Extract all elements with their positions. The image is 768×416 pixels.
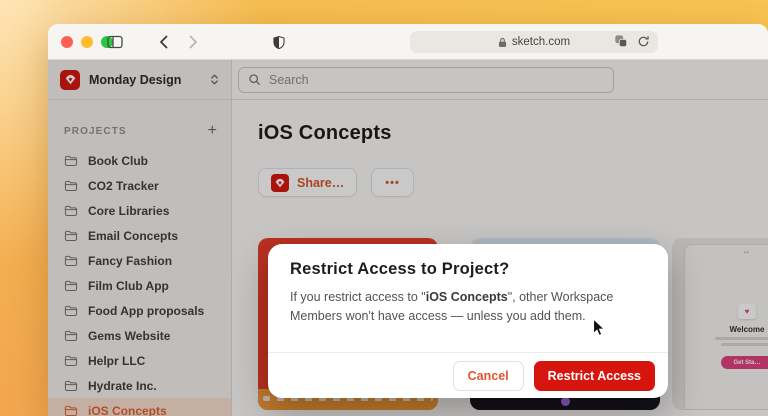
sidebar-item-project[interactable]: Book Club [48,148,231,173]
sidebar-item-project[interactable]: Hydrate Inc. [48,373,231,398]
workspace-selector[interactable]: Monday Design [48,60,231,100]
dialog-title: Restrict Access to Project? [290,260,510,278]
close-window-button[interactable] [61,36,73,48]
project-label: Email Concepts [88,228,179,243]
more-options-button[interactable]: ••• [371,168,414,197]
folder-icon [64,380,78,392]
forward-icon[interactable] [184,33,202,51]
search-field[interactable] [238,66,614,93]
folder-icon [64,180,78,192]
folder-icon [64,255,78,267]
folder-icon [64,280,78,292]
folder-icon [64,155,78,167]
cancel-button[interactable]: Cancel [452,360,524,391]
folder-icon [64,330,78,342]
sidebar-item-project[interactable]: Fancy Fashion [48,248,231,273]
back-icon[interactable] [154,33,172,51]
url-text: sketch.com [511,36,571,48]
folder-icon [64,205,78,217]
reload-icon[interactable] [637,35,650,48]
sidebar-item-project[interactable]: Core Libraries [48,198,231,223]
mouse-cursor [592,317,607,343]
dialog-project-name: iOS Concepts [425,290,508,304]
folder-icon [64,230,78,242]
restrict-access-dialog: Restrict Access to Project? If you restr… [268,244,668,398]
folder-icon [64,405,78,416]
project-label: Fancy Fashion [88,253,173,268]
folder-icon [64,305,78,317]
sidebar-item-project[interactable]: iOS Concepts [48,398,231,416]
project-label: Book Club [88,153,148,168]
heart-icon: ♥ [738,304,756,319]
projects-list: Book Club CO2 Tracker Core Libraries Ema… [48,148,231,416]
sidebar-item-project[interactable]: Email Concepts [48,223,231,248]
share-button-label: Share… [297,175,345,190]
search-input[interactable] [269,72,604,87]
text-placeholder-line [715,337,768,340]
sidebar-item-project[interactable]: Helpr LLC [48,348,231,373]
share-button[interactable]: Share… [258,168,358,197]
projects-section-label: PROJECTS [64,125,127,137]
minimize-window-button[interactable] [81,36,93,48]
workspace-name: Monday Design [89,72,182,87]
search-icon [248,73,261,86]
project-label: Film Club App [88,278,169,293]
project-label: Core Libraries [88,203,170,218]
project-label: Gems Website [88,328,171,343]
status-dots: •• [744,250,750,256]
browser-toolbar: sketch.com [48,24,768,60]
sidebar: Monday Design PROJECTS + Book Club CO2 T… [48,60,232,416]
chevron-updown-icon [210,73,219,86]
project-label: iOS Concepts [88,403,167,416]
phone-mockup: •• ♥ Welcome Get Sta… [684,244,768,410]
page-title: iOS Concepts [258,122,392,144]
get-started-button: Get Sta… [721,356,768,369]
project-label: Food App proposals [88,303,205,318]
browser-window: sketch.com Monday Design PROJECTS + Book… [48,24,768,416]
sidebar-item-project[interactable]: CO2 Tracker [48,173,231,198]
sketch-logo-icon [271,173,289,192]
sidebar-item-project[interactable]: Film Club App [48,273,231,298]
sidebar-item-project[interactable]: Food App proposals [48,298,231,323]
folder-icon [64,355,78,367]
search-row [232,60,768,100]
project-label: Hydrate Inc. [88,378,157,393]
desktop-background: sketch.com Monday Design PROJECTS + Book… [0,0,768,416]
restrict-access-button[interactable]: Restrict Access [533,360,655,391]
lock-icon [498,37,507,48]
toggle-sidebar-icon[interactable] [106,33,124,51]
sidebar-item-project[interactable]: Gems Website [48,323,231,348]
add-project-button[interactable]: + [208,123,217,139]
project-label: Helpr LLC [88,353,146,368]
dialog-body-prefix: If you restrict access to " [290,290,426,304]
project-label: CO2 Tracker [88,178,159,193]
text-placeholder-line [721,343,768,346]
address-bar[interactable]: sketch.com [410,31,658,53]
dialog-footer: Cancel Restrict Access [268,352,668,398]
sketch-logo-icon [60,69,80,90]
welcome-title: Welcome [729,325,765,334]
purple-dot [561,397,570,406]
privacy-shield-icon[interactable] [270,33,288,51]
ellipsis-icon: ••• [385,176,400,189]
document-thumbnail[interactable]: •• ♥ Welcome Get Sta… [672,238,768,410]
translate-icon[interactable] [614,34,628,48]
